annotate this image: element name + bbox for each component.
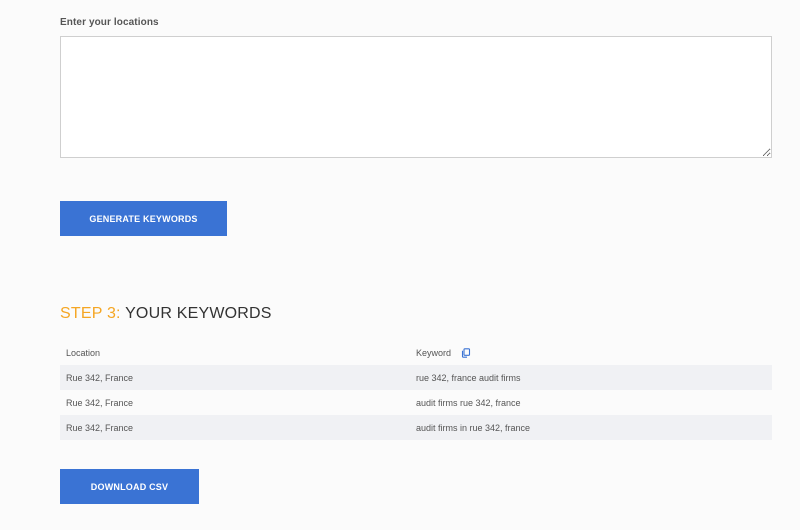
table-row: Rue 342, France audit firms in rue 342, … (60, 415, 772, 440)
row-location: Rue 342, France (66, 372, 134, 383)
table-header: Location Keyword (60, 341, 772, 365)
step3-title: STEP 3: YOUR KEYWORDS (60, 305, 272, 323)
table-row: Rue 342, France rue 342, france audit fi… (60, 365, 772, 390)
row-keyword: audit firms rue 342, france (416, 397, 521, 408)
row-location: Rue 342, France (66, 422, 134, 433)
table-row: Rue 342, France audit firms rue 342, fra… (60, 390, 772, 415)
download-csv-button[interactable]: DOWNLOAD CSV (60, 469, 199, 504)
generate-keywords-button[interactable]: GENERATE KEYWORDS (60, 201, 227, 236)
locations-textarea[interactable] (60, 36, 772, 158)
row-keyword: audit firms in rue 342, france (416, 422, 531, 433)
header-location: Location (66, 348, 101, 358)
locations-label: Enter your locations (60, 17, 159, 28)
header-keyword-label: Keyword (416, 348, 452, 358)
header-keyword: Keyword (416, 348, 772, 358)
row-location: Rue 342, France (66, 397, 134, 408)
row-keyword: rue 342, france audit firms (416, 372, 521, 383)
keywords-table: Location Keyword Rue 342, France rue 342… (60, 341, 772, 440)
step3-prefix: STEP 3: (60, 305, 121, 322)
copy-icon[interactable] (461, 348, 471, 358)
step3-heading: YOUR KEYWORDS (125, 305, 272, 322)
